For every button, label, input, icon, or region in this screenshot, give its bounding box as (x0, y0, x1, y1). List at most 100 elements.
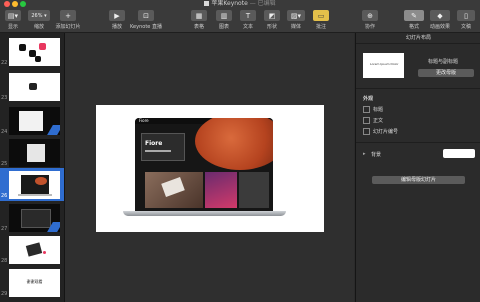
website-brand: Fiore (139, 118, 149, 123)
media-tool[interactable]: ▨▾ 媒体 (286, 10, 306, 30)
slide-thumbnail-28[interactable]: 28 (0, 233, 64, 266)
slide-number: 22 (1, 60, 8, 66)
shape-label: 形状 (266, 24, 277, 30)
slide-preview (9, 38, 60, 66)
title-checkbox[interactable] (363, 106, 370, 113)
collaborate-label: 协作 (364, 24, 375, 30)
article-photo-tile (239, 172, 269, 208)
text-label: 文本 (242, 24, 253, 30)
animate-label: 动画效果 (429, 24, 450, 30)
slide-preview (9, 73, 60, 101)
slide-preview (9, 107, 60, 135)
slide-29-text: 谢谢观看 (26, 279, 43, 284)
collaborate-tool[interactable]: ⊕ 协作 (360, 10, 380, 30)
hero-title: Fiore (145, 140, 163, 147)
slide-thumbnail-23[interactable]: 23 (0, 70, 64, 103)
zoom-value: 26% (31, 12, 43, 19)
product-photo-tile (145, 172, 203, 208)
view-label: 显示 (7, 24, 18, 30)
slide-preview (9, 236, 60, 264)
slide-number: 25 (1, 161, 8, 167)
document-tab[interactable]: ▯ 文稿 (455, 10, 477, 30)
table-icon[interactable]: ▦ (191, 10, 207, 21)
slide-thumbnail-22[interactable]: 22 (0, 35, 64, 68)
animate-icon[interactable]: ◆ (430, 10, 450, 21)
slide-number: 28 (1, 258, 8, 264)
slide-number: 24 (1, 129, 8, 135)
zoom-select[interactable]: 26% ▾ (28, 10, 50, 21)
shape-icon[interactable]: ◩ (264, 10, 280, 21)
comment-label: 批注 (315, 24, 326, 30)
table-tool[interactable]: ▦ 表格 (189, 10, 209, 30)
document-icon[interactable]: ▯ (457, 10, 475, 21)
text-icon[interactable]: T (240, 10, 256, 21)
play-icon[interactable]: ▶ (109, 10, 125, 21)
document-title: 苹果Keynote (211, 0, 248, 7)
title-bar: 苹果Keynote — 已编辑 (0, 0, 480, 8)
slide-thumbnail-26-selected[interactable]: 26 (0, 168, 64, 201)
slide-number: 26 (1, 193, 8, 199)
background-label: 背景 (371, 152, 382, 158)
edit-master-slide-button[interactable]: 编辑母版幻灯片 (372, 176, 465, 184)
slide-thumbnail-27[interactable]: 27 (0, 201, 64, 234)
comment-tool[interactable]: ▭ 批注 (311, 10, 331, 30)
layout-name: 标题与副标题 (428, 59, 459, 65)
slide-navigator[interactable]: 22 23 24 25 26 27 28 29 谢谢观看 (0, 33, 65, 302)
body-checkbox-label: 正文 (373, 118, 384, 124)
slide-preview: 谢谢观看 (9, 269, 60, 297)
chart-icon[interactable]: ▥ (216, 10, 232, 21)
disclosure-triangle-icon[interactable]: ▸ (363, 151, 366, 157)
slide-thumbnail-29[interactable]: 29 谢谢观看 (0, 266, 64, 299)
format-label: 格式 (408, 24, 419, 30)
slide-number: 23 (1, 95, 8, 101)
play-label: 播放 (111, 24, 122, 30)
title-checkbox-label: 标题 (373, 107, 384, 113)
slide-preview (9, 204, 60, 232)
slide-preview (9, 139, 60, 167)
edited-status: — 已编辑 (247, 0, 276, 7)
slide-thumbnail-25[interactable]: 25 (0, 136, 64, 169)
change-master-button[interactable]: 更改母版 (418, 69, 474, 77)
sidebar-icon[interactable]: ▤▾ (5, 10, 21, 21)
slide-canvas[interactable]: Fiore Fiore (65, 33, 354, 302)
paintbrush-icon[interactable]: ✎ (404, 10, 424, 21)
background-color-well[interactable] (443, 149, 475, 158)
toolbar: ▤▾ 显示 26% ▾ 缩放 + 添加幻灯片 ▶ 播放 ⊡ Keynote 直播… (0, 8, 480, 33)
slide-thumbnail-24[interactable]: 24 (0, 104, 64, 137)
view-tool[interactable]: ▤▾ 显示 (3, 10, 23, 30)
zoom-tool[interactable]: 26% ▾ 缩放 (27, 10, 51, 30)
laptop-base (123, 211, 286, 216)
chart-tool[interactable]: ▥ 图表 (214, 10, 234, 30)
animate-tab[interactable]: ◆ 动画效果 (427, 10, 453, 30)
media-icon[interactable]: ▨▾ (287, 10, 305, 21)
add-slide-tool[interactable]: + 添加幻灯片 (53, 10, 83, 30)
play-tool[interactable]: ▶ 播放 (107, 10, 127, 30)
comment-icon[interactable]: ▭ (313, 10, 329, 21)
layout-thumbnail-text: Lorem Ipsum Dolor (370, 62, 399, 66)
format-tab[interactable]: ✎ 格式 (403, 10, 425, 30)
media-label: 媒体 (290, 24, 301, 30)
plus-icon[interactable]: + (60, 10, 76, 21)
layout-thumbnail[interactable]: Lorem Ipsum Dolor (363, 53, 404, 78)
keynote-live-icon[interactable]: ⊡ (138, 10, 154, 21)
slide-preview (9, 171, 60, 199)
hero-card: Fiore (141, 133, 185, 161)
document-label: 文稿 (460, 24, 471, 30)
slide-number-checkbox-label: 幻灯片编号 (373, 129, 399, 135)
appearance-heading: 外观 (363, 96, 374, 102)
body-checkbox[interactable] (363, 117, 370, 124)
laptop-mockup-image[interactable]: Fiore Fiore (135, 118, 273, 211)
keynote-live-label: Keynote 直播 (130, 24, 162, 30)
divider (356, 88, 480, 89)
table-label: 表格 (193, 24, 204, 30)
add-slide-label: 添加幻灯片 (55, 24, 81, 30)
shape-tool[interactable]: ◩ 形状 (262, 10, 282, 30)
keynote-live-tool[interactable]: ⊡ Keynote 直播 (128, 10, 164, 30)
text-tool[interactable]: T 文本 (238, 10, 258, 30)
keynote-doc-icon (204, 1, 210, 6)
window-title: 苹果Keynote — 已编辑 (0, 0, 480, 8)
format-inspector: 幻灯片布局 Lorem Ipsum Dolor 标题与副标题 更改母版 外观 标… (355, 33, 480, 302)
current-slide[interactable]: Fiore Fiore (96, 105, 324, 232)
collaborate-icon[interactable]: ⊕ (362, 10, 378, 21)
slide-number-checkbox[interactable] (363, 128, 370, 135)
